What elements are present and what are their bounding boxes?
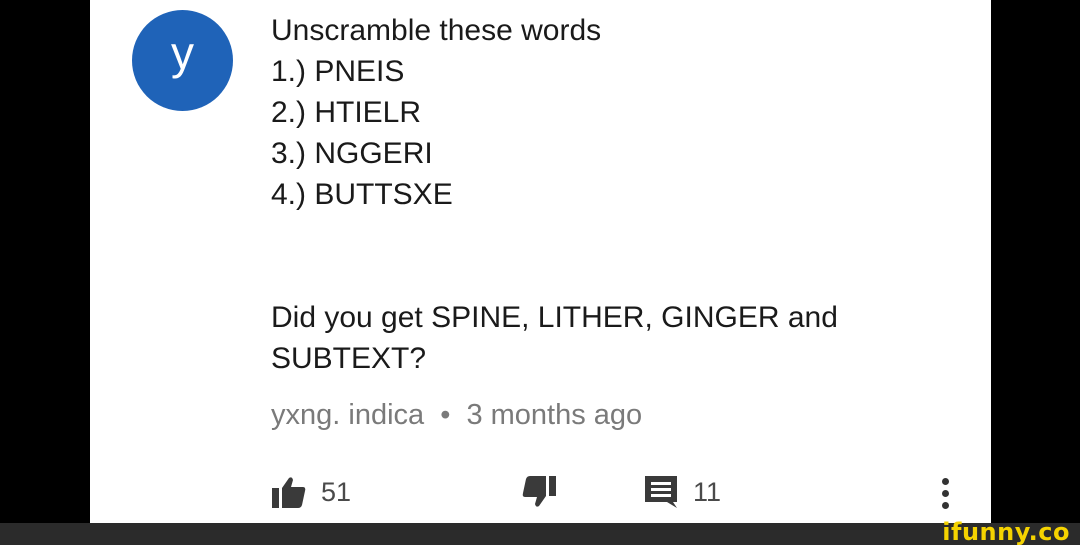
- comment-line: 4.) BUTTSXE: [271, 178, 453, 211]
- comment-line: Unscramble these words: [271, 14, 602, 47]
- meta-separator: •: [440, 399, 451, 431]
- watermark-logo: ifunny.co: [942, 518, 1070, 545]
- comment-line: 2.) HTIELR: [271, 96, 422, 129]
- comment-icon: [643, 474, 679, 510]
- dislike-button[interactable]: [521, 470, 571, 514]
- thumbs-up-icon: [271, 475, 307, 509]
- author-name[interactable]: yxng. indica: [271, 399, 424, 431]
- reply-count: 11: [693, 476, 722, 507]
- thumbs-down-icon: [521, 475, 557, 509]
- comment-line: SUBTEXT?: [271, 342, 427, 375]
- timestamp: 3 months ago: [466, 399, 643, 431]
- comment-actions: 51 11: [271, 470, 971, 514]
- comment-meta: yxng. indica • 3 months ago: [271, 395, 642, 435]
- reply-button[interactable]: 11: [643, 470, 721, 514]
- avatar[interactable]: y: [132, 10, 233, 111]
- comment-line: Did you get SPINE, LITHER, GINGER and: [271, 301, 838, 334]
- bottom-bar: [0, 523, 1080, 545]
- more-vertical-icon[interactable]: [935, 475, 955, 515]
- avatar-letter: y: [171, 27, 194, 79]
- screenshot-frame: y Unscramble these words 1.) PNEIS 2.) H…: [0, 0, 1080, 545]
- like-button[interactable]: 51: [271, 470, 351, 514]
- like-count: 51: [321, 476, 352, 507]
- comment-line: 1.) PNEIS: [271, 55, 405, 88]
- comment-body: Unscramble these words 1.) PNEIS 2.) HTI…: [271, 10, 951, 379]
- comment-card: y Unscramble these words 1.) PNEIS 2.) H…: [90, 0, 991, 523]
- comment-line: 3.) NGGERI: [271, 137, 433, 170]
